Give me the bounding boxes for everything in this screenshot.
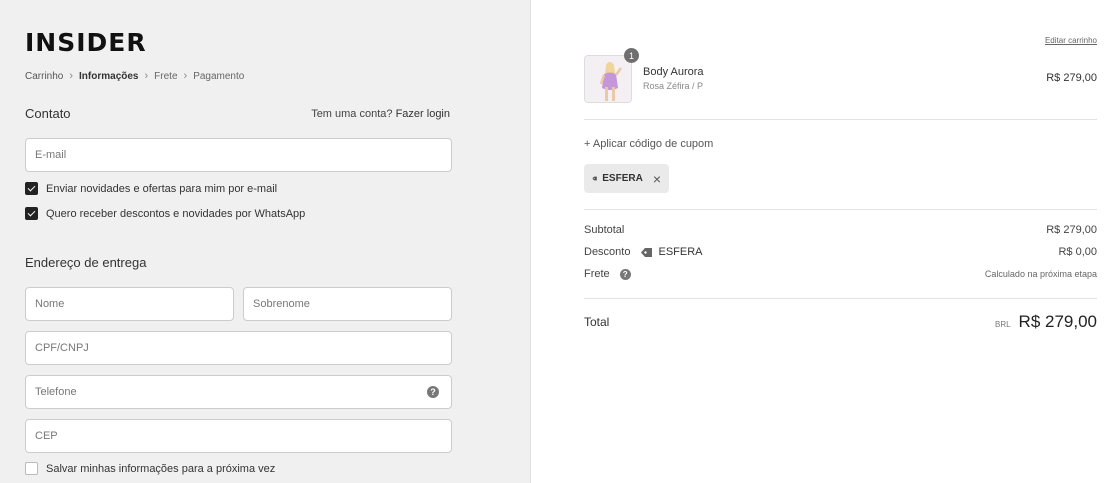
order-summary-panel: Editar carrinho 1 Body Aurora Rosa Zéfir…	[531, 0, 1114, 483]
save-info-row[interactable]: Salvar minhas informações para a próxima…	[25, 462, 275, 475]
cep-field[interactable]	[25, 419, 452, 453]
login-link[interactable]: Fazer login	[396, 108, 450, 120]
breadcrumb-cart[interactable]: Carrinho	[25, 71, 63, 82]
product-price: R$ 279,00	[1046, 72, 1097, 84]
email-optin-row[interactable]: Enviar novidades e ofertas para mim por …	[25, 182, 277, 195]
coupon-code: ESFERA	[602, 173, 643, 184]
discount-row: Desconto ESFERA R$ 0,00	[584, 246, 1097, 258]
last-name-field[interactable]	[243, 287, 452, 321]
divider	[584, 209, 1097, 210]
first-name-field[interactable]	[25, 287, 234, 321]
checkout-form-panel: INSIDER Carrinho › Informações › Frete ›…	[0, 0, 531, 483]
email-input[interactable]	[35, 149, 442, 161]
contact-section-title: Contato	[25, 106, 71, 121]
currency-code: BRL	[994, 320, 1011, 329]
product-variant: Rosa Zéfira / P	[643, 81, 704, 91]
chevron-right-icon: ›	[183, 70, 188, 82]
cep-input[interactable]	[35, 430, 442, 442]
applied-coupon-chip: ESFERA ×	[584, 164, 669, 193]
email-optin-checkbox[interactable]	[25, 182, 38, 195]
close-icon[interactable]: ×	[653, 172, 661, 186]
shipping-section-title: Endereço de entrega	[25, 255, 147, 270]
shipping-value: Calculado na próxima etapa	[984, 269, 1097, 279]
divider	[584, 298, 1097, 299]
edit-cart-link[interactable]: Editar carrinho	[1045, 36, 1097, 45]
email-optin-label: Enviar novidades e ofertas para mim por …	[46, 182, 278, 195]
first-name-input[interactable]	[35, 298, 224, 310]
save-info-checkbox[interactable]	[25, 462, 38, 475]
email-field[interactable]	[25, 138, 452, 172]
chevron-right-icon: ›	[144, 70, 149, 82]
shipping-row: Frete ? Calculado na próxima etapa	[584, 268, 1097, 280]
breadcrumb-shipping: Frete	[154, 70, 178, 82]
quantity-badge: 1	[624, 48, 639, 63]
subtotal-row: Subtotal R$ 279,00	[584, 224, 1097, 236]
breadcrumb-information: Informações	[79, 70, 139, 82]
subtotal-label: Subtotal	[584, 224, 625, 236]
brand-logo[interactable]: INSIDER	[25, 30, 147, 56]
product-name: Body Aurora	[643, 66, 704, 78]
save-info-label: Salvar minhas informações para a próxima…	[46, 462, 276, 475]
apply-coupon-link[interactable]: + Aplicar código de cupom	[584, 138, 713, 150]
last-name-input[interactable]	[253, 298, 442, 310]
phone-field[interactable]: ?	[25, 375, 452, 409]
chevron-right-icon: ›	[69, 70, 74, 82]
whatsapp-optin-checkbox[interactable]	[25, 207, 38, 220]
subtotal-value: R$ 279,00	[1046, 224, 1097, 236]
breadcrumb: Carrinho › Informações › Frete › Pagamen…	[25, 70, 244, 82]
product-image	[585, 56, 631, 102]
tag-icon	[641, 247, 653, 257]
login-prompt-text: Tem uma conta?	[311, 108, 393, 120]
whatsapp-optin-label: Quero receber descontos e novidades por …	[46, 207, 306, 220]
total-label: Total	[584, 315, 610, 329]
divider	[584, 119, 1097, 120]
discount-label: Desconto	[584, 246, 631, 258]
breadcrumb-payment: Pagamento	[193, 70, 245, 82]
phone-input[interactable]	[35, 386, 442, 398]
login-prompt: Tem uma conta? Fazer login	[311, 108, 450, 120]
discount-code: ESFERA	[658, 246, 703, 258]
product-thumbnail	[584, 55, 632, 103]
cpf-field[interactable]	[25, 331, 452, 365]
whatsapp-optin-row[interactable]: Quero receber descontos e novidades por …	[25, 207, 305, 220]
help-icon[interactable]: ?	[427, 386, 439, 398]
total-row: Total BRL R$ 279,00	[584, 312, 1097, 332]
discount-value: R$ 0,00	[1058, 246, 1097, 258]
help-icon[interactable]: ?	[619, 268, 631, 280]
total-amount: R$ 279,00	[1018, 312, 1097, 331]
shipping-label: Frete	[584, 268, 610, 280]
tag-icon	[592, 176, 597, 181]
cpf-input[interactable]	[35, 342, 442, 354]
